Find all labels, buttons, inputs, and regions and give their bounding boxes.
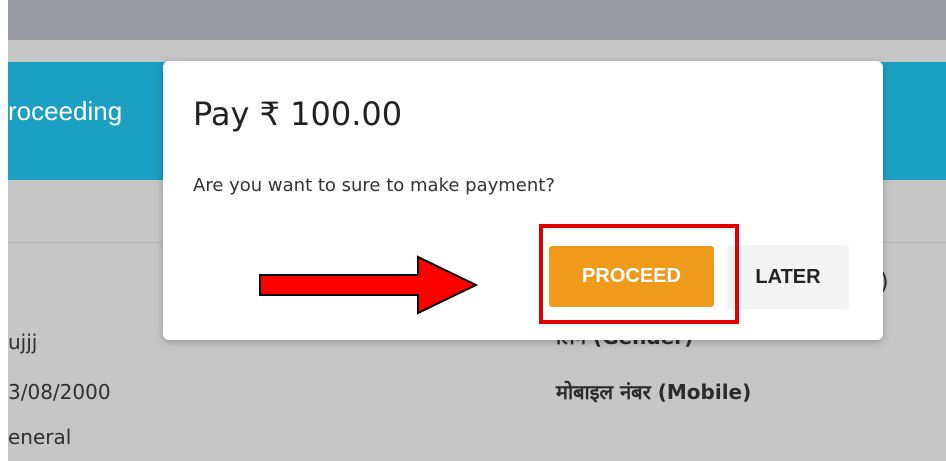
right-arrow-icon bbox=[259, 255, 478, 315]
later-button[interactable]: LATER bbox=[727, 245, 849, 309]
dialog-title: Pay ₹ 100.00 bbox=[193, 95, 403, 133]
name-value: ujjj bbox=[8, 330, 38, 354]
section-title: roceeding bbox=[8, 96, 123, 126]
proceed-button[interactable]: PROCEED bbox=[549, 246, 714, 307]
left-edge bbox=[0, 0, 8, 461]
category-value: eneral bbox=[8, 425, 72, 449]
mobile-label: मोबाइल नंबर (Mobile) bbox=[556, 380, 752, 404]
dialog-message: Are you want to sure to make payment? bbox=[193, 175, 555, 196]
dob-value: 3/08/2000 bbox=[8, 380, 111, 404]
top-bar bbox=[0, 0, 946, 40]
